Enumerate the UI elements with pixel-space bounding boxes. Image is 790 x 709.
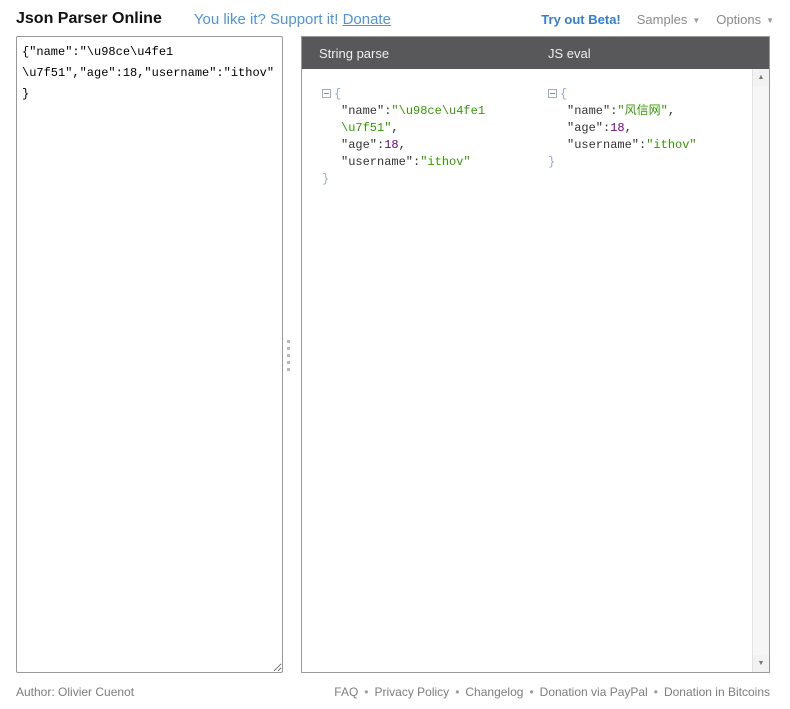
json-str: "ithov" — [420, 155, 470, 169]
json-num: 18 — [610, 121, 624, 135]
support-text: You like it? Support it! Donate — [194, 11, 391, 28]
tree-line: } — [322, 171, 522, 188]
json-str: "\u98ce\u4fe1 — [391, 104, 485, 118]
json-key: "age" — [341, 138, 377, 152]
tree-line: "age":18, — [548, 120, 745, 137]
bullet-separator: • — [529, 685, 533, 699]
chevron-down-icon: ▼ — [692, 16, 700, 25]
json-punc: , — [391, 121, 398, 135]
footer-links: FAQ • Privacy Policy • Changelog • Donation vi… — [334, 685, 770, 699]
json-brace: { — [560, 87, 567, 101]
top-bar: Json Parser Online You like it? Support … — [16, 6, 774, 32]
donate-link[interactable]: Donate — [343, 11, 391, 28]
json-brace: } — [322, 172, 329, 186]
tree-line: \u7f51", — [322, 120, 522, 137]
tree-line: { — [322, 86, 522, 103]
results-body: {"name":"\u98ce\u4fe1\u7f51","age":18,"u… — [302, 69, 769, 672]
results-panel: String parse JS eval { "name":"\u98ce\u4f… — [301, 36, 770, 673]
json-brace: { — [334, 87, 341, 101]
tree-line: { — [548, 86, 745, 103]
options-dropdown[interactable]: Options ▼ — [716, 12, 774, 27]
options-label: Options — [716, 12, 761, 27]
tree-line: "name":"风信网", — [548, 103, 745, 120]
panel-resize-handle[interactable] — [287, 340, 290, 372]
footer-link-changelog[interactable]: Changelog — [465, 685, 523, 699]
js-eval-tree: { "name":"风信网","age":18,"username":"ithov… — [528, 69, 769, 672]
scrollbar-track[interactable] — [753, 86, 769, 655]
collapse-toggle-icon[interactable] — [548, 89, 557, 98]
footer-link-privacy[interactable]: Privacy Policy — [375, 685, 450, 699]
tree-line: "age":18, — [322, 137, 522, 154]
collapse-toggle-icon[interactable] — [322, 89, 331, 98]
try-beta-link[interactable]: Try out Beta! — [541, 12, 620, 27]
footer-link-bitcoins[interactable]: Donation in Bitcoins — [664, 685, 770, 699]
bullet-separator: • — [455, 685, 459, 699]
scrollbar[interactable]: ▲ ▼ — [752, 69, 769, 672]
scroll-down-button[interactable]: ▼ — [753, 655, 769, 672]
json-key: "age" — [567, 121, 603, 135]
json-key: "username" — [567, 138, 639, 152]
scroll-up-button[interactable]: ▲ — [753, 69, 769, 86]
author-text: Author: Olivier Cuenot — [16, 685, 134, 699]
results-header: String parse JS eval — [302, 37, 769, 69]
json-punc: , — [668, 104, 675, 118]
support-label: You like it? Support it! — [194, 11, 339, 28]
samples-label: Samples — [637, 12, 688, 27]
tree-line: "username":"ithov" — [322, 154, 522, 171]
json-punc: , — [625, 121, 632, 135]
footer-link-paypal[interactable]: Donation via PayPal — [540, 685, 648, 699]
json-key: "name" — [567, 104, 610, 118]
json-str: "风信网" — [617, 104, 667, 118]
bullet-separator: • — [364, 685, 368, 699]
string-parse-header: String parse — [302, 46, 530, 61]
tree-line: } — [548, 154, 745, 171]
footer-link-faq[interactable]: FAQ — [334, 685, 358, 699]
json-punc: , — [399, 138, 406, 152]
page-title: Json Parser Online — [16, 10, 162, 28]
json-key: "name" — [341, 104, 384, 118]
chevron-down-icon: ▼ — [766, 16, 774, 25]
string-parse-tree: {"name":"\u98ce\u4fe1\u7f51","age":18,"u… — [302, 69, 528, 672]
json-key: "username" — [341, 155, 413, 169]
json-input[interactable]: {"name":"\u98ce\u4fe1 \u7f51","age":18,"… — [16, 36, 283, 673]
json-str: \u7f51" — [341, 121, 391, 135]
bullet-separator: • — [654, 685, 658, 699]
js-eval-header: JS eval — [530, 46, 591, 61]
header-menu: Try out Beta! Samples ▼ Options ▼ — [541, 12, 774, 27]
tree-line: "username":"ithov" — [548, 137, 745, 154]
samples-dropdown[interactable]: Samples ▼ — [637, 12, 701, 27]
json-brace: } — [548, 155, 555, 169]
json-num: 18 — [384, 138, 398, 152]
json-str: "ithov" — [646, 138, 696, 152]
tree-line: "name":"\u98ce\u4fe1 — [322, 103, 522, 120]
